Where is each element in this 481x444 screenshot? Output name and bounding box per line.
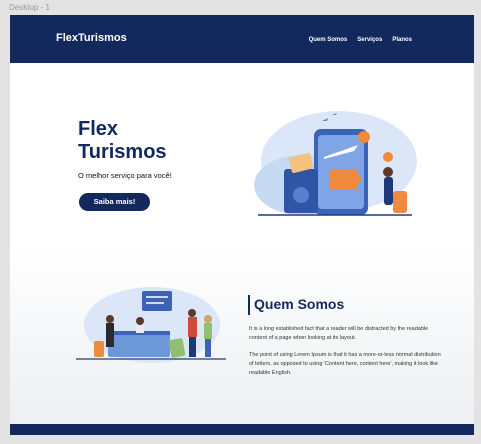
footer-bar xyxy=(10,424,474,435)
nav-link-servicos[interactable]: Serviços xyxy=(357,37,382,43)
design-canvas: Desktop - 1 FlexTurismos Quem Somos Serv… xyxy=(0,0,481,444)
checkin-illustration xyxy=(76,287,226,363)
hero-subtitle: O melhor serviço para você! xyxy=(78,171,172,180)
nav-link-planos[interactable]: Planos xyxy=(392,37,412,43)
saiba-mais-button[interactable]: Saiba mais! xyxy=(79,193,150,211)
about-paragraph-1: It is a long established fact that a rea… xyxy=(249,326,429,341)
navbar: FlexTurismos Quem Somos Serviços Planos xyxy=(10,15,474,63)
nav-link-quem-somos[interactable]: Quem Somos xyxy=(309,37,348,43)
page-frame: FlexTurismos Quem Somos Serviços Planos … xyxy=(10,15,474,435)
frame-label: Desktop - 1 xyxy=(9,3,50,12)
hero-title: Flex Turismos xyxy=(78,118,167,163)
brand-logo-text[interactable]: FlexTurismos xyxy=(56,32,127,44)
nav-links: Quem Somos Serviços Planos xyxy=(309,37,412,43)
quem-somos-heading: Quem Somos xyxy=(254,296,345,312)
about-paragraph-2: The point of using Lorem Ipsum is that i… xyxy=(249,352,441,376)
section-accent-bar xyxy=(248,295,250,315)
travel-hero-illustration xyxy=(254,111,417,216)
